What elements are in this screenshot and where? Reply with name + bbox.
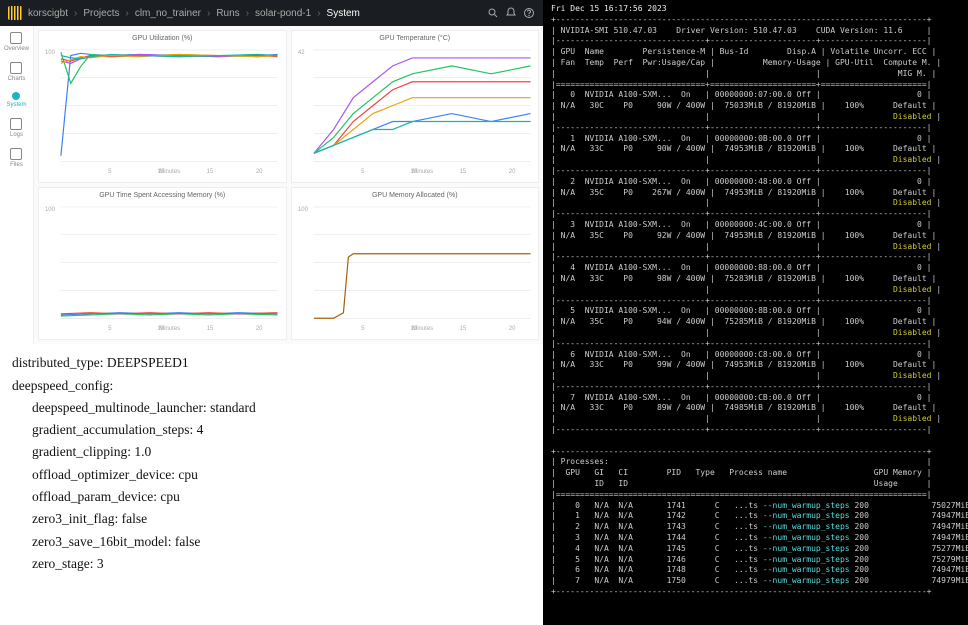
config-line: offload_optimizer_device: cpu: [12, 464, 531, 486]
chart-card[interactable]: GPU Temperature (°C)425101520Minutes: [291, 30, 540, 183]
crumb-runs[interactable]: Runs: [216, 8, 239, 19]
svg-text:15: 15: [459, 326, 466, 332]
chart-title: GPU Time Spent Accessing Memory (%): [43, 192, 282, 199]
left-rail: Overview Charts System Logs Files: [0, 26, 34, 344]
svg-text:20: 20: [256, 326, 263, 332]
svg-text:100: 100: [297, 207, 308, 213]
svg-text:15: 15: [207, 169, 214, 175]
chart-title: GPU Utilization (%): [43, 35, 282, 42]
config-line: distributed_type: DEEPSPEED1: [12, 352, 531, 374]
rail-charts[interactable]: Charts: [8, 62, 26, 82]
search-icon[interactable]: [487, 7, 499, 19]
svg-text:5: 5: [361, 169, 365, 175]
crumb-user[interactable]: korscigbt: [28, 8, 68, 19]
config-line: gradient_accumulation_steps: 4: [12, 419, 531, 441]
svg-text:15: 15: [459, 169, 466, 175]
config-line: offload_param_device: cpu: [12, 486, 531, 508]
topbar: korscigbt › Projects › clm_no_trainer › …: [0, 0, 543, 26]
rail-logs[interactable]: Logs: [10, 118, 23, 138]
config-block: distributed_type: DEEPSPEED1 deepspeed_c…: [0, 344, 543, 625]
nvidia-smi-terminal: Fri Dec 15 16:17:56 2023 +--------------…: [543, 0, 968, 625]
rail-system[interactable]: System: [6, 92, 26, 108]
chart-card[interactable]: GPU Utilization (%)1005101520Minutes: [38, 30, 287, 183]
config-section: deepspeed_config:: [12, 375, 531, 397]
config-line: deepspeed_multinode_launcher: standard: [12, 397, 531, 419]
svg-text:20: 20: [508, 326, 515, 332]
chart-card[interactable]: GPU Time Spent Accessing Memory (%) 100 5 1…: [38, 187, 287, 340]
rail-files[interactable]: Files: [10, 148, 23, 168]
svg-text:Minutes: Minutes: [412, 326, 433, 332]
bell-icon[interactable]: [505, 7, 517, 19]
svg-text:5: 5: [108, 326, 112, 332]
config-line: zero3_save_16bit_model: false: [12, 531, 531, 553]
svg-text:42: 42: [297, 50, 304, 56]
svg-text:Minutes: Minutes: [159, 169, 180, 175]
crumb-run[interactable]: solar-pond-1: [255, 8, 311, 19]
svg-text:15: 15: [207, 326, 214, 332]
svg-text:20: 20: [508, 169, 515, 175]
chart-title: GPU Temperature (°C): [296, 35, 535, 42]
svg-text:20: 20: [256, 169, 263, 175]
svg-text:100: 100: [45, 50, 56, 56]
crumb-projects[interactable]: Projects: [83, 8, 119, 19]
svg-text:Minutes: Minutes: [159, 326, 180, 332]
chart-title: GPU Memory Allocated (%): [296, 192, 535, 199]
chart-grid: GPU Utilization (%)1005101520MinutesGPU …: [34, 26, 543, 344]
help-icon[interactable]: [523, 7, 535, 19]
config-line: gradient_clipping: 1.0: [12, 441, 531, 463]
chart-card[interactable]: GPU Memory Allocated (%)1005101520Minute…: [291, 187, 540, 340]
config-line: zero3_init_flag: false: [12, 508, 531, 530]
svg-text:5: 5: [108, 169, 112, 175]
svg-text:100: 100: [45, 207, 56, 213]
svg-text:5: 5: [361, 326, 365, 332]
config-line: zero_stage: 3: [12, 553, 531, 575]
svg-text:Minutes: Minutes: [412, 169, 433, 175]
wandb-logo-icon[interactable]: [8, 6, 22, 20]
crumb-system[interactable]: System: [327, 8, 360, 19]
crumb-project[interactable]: clm_no_trainer: [135, 8, 201, 19]
rail-overview[interactable]: Overview: [4, 32, 29, 52]
